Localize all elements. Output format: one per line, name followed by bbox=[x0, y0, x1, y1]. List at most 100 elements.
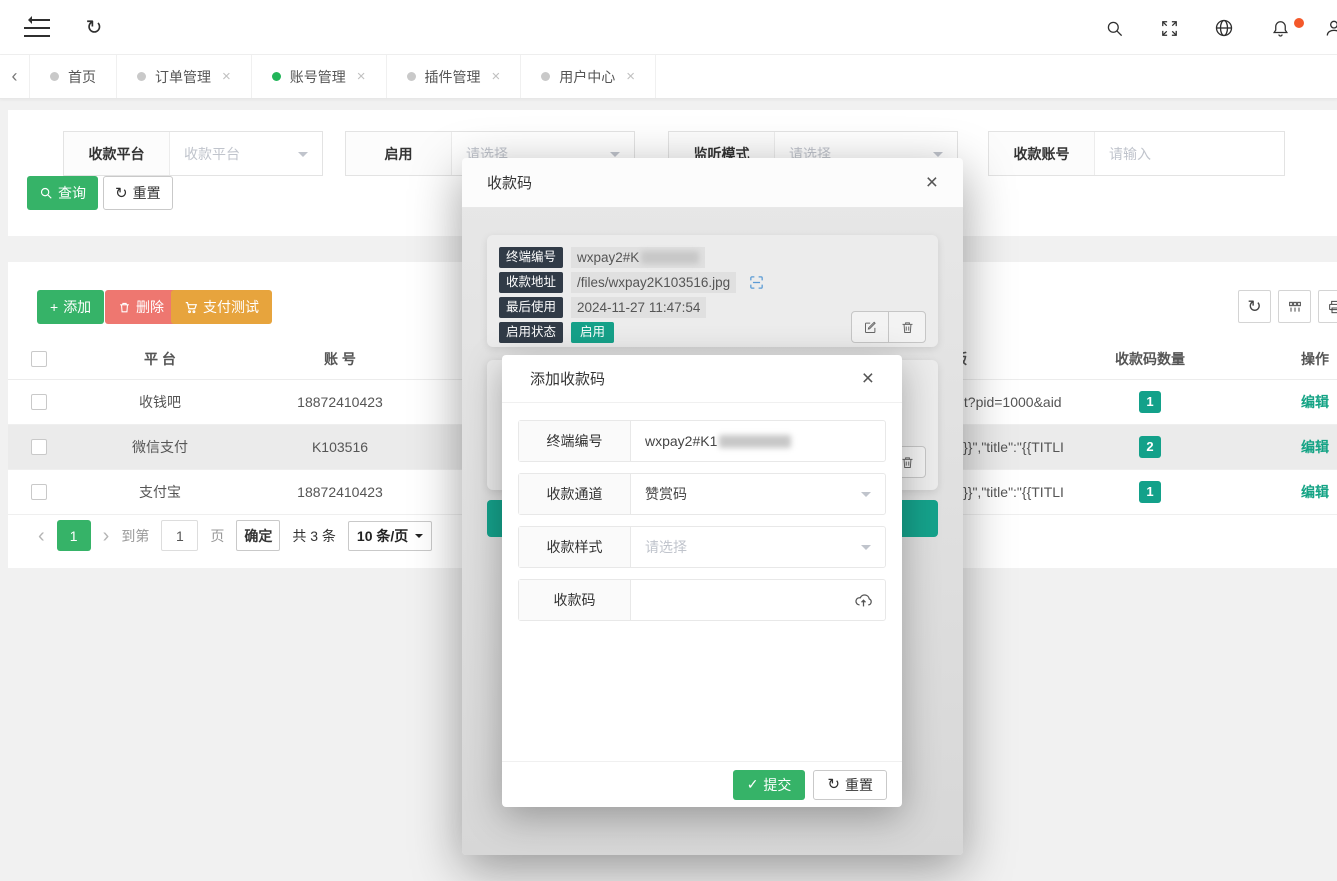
goto-page-input[interactable] bbox=[161, 520, 198, 551]
close-icon[interactable]: × bbox=[492, 68, 501, 85]
status-label: 启用状态 bbox=[499, 322, 563, 343]
trash-icon bbox=[900, 320, 915, 335]
style-field: 收款样式 请选择 bbox=[518, 526, 886, 568]
close-icon[interactable]: × bbox=[626, 68, 635, 85]
filter-account: 收款账号 bbox=[988, 131, 1285, 176]
edit-qr-button[interactable] bbox=[851, 311, 889, 343]
redacted-text bbox=[641, 251, 699, 264]
globe-icon[interactable] bbox=[1212, 16, 1236, 40]
qrcode-field: 收款码 bbox=[518, 579, 886, 621]
cell-platform: 收钱吧 bbox=[70, 392, 250, 412]
page-1-button[interactable]: 1 bbox=[57, 520, 91, 551]
cart-icon bbox=[184, 300, 198, 314]
filter-platform-label: 收款平台 bbox=[64, 132, 169, 175]
form-reset-button[interactable]: ↻ 重置 bbox=[813, 770, 887, 800]
submit-button[interactable]: ✓ 提交 bbox=[733, 770, 806, 800]
style-select[interactable]: 请选择 bbox=[631, 527, 885, 567]
qr-modal-header: 收款码 × bbox=[462, 158, 963, 208]
qrcode-field-label: 收款码 bbox=[519, 580, 631, 620]
tab-dot-active bbox=[272, 72, 281, 81]
qrcode-upload-input[interactable] bbox=[631, 580, 885, 620]
last-used-label: 最后使用 bbox=[499, 297, 563, 318]
tab-dot bbox=[50, 72, 59, 81]
row-checkbox[interactable] bbox=[31, 484, 47, 500]
cell-platform: 支付宝 bbox=[70, 482, 250, 502]
terminal-value: wxpay2#K bbox=[571, 247, 705, 268]
select-all-checkbox[interactable] bbox=[31, 351, 47, 367]
col-qr-count: 收款码数量 bbox=[1090, 349, 1210, 369]
tab-label: 账号管理 bbox=[290, 67, 346, 87]
next-page-icon[interactable]: › bbox=[103, 526, 110, 546]
row-checkbox[interactable] bbox=[31, 394, 47, 410]
reset-button[interactable]: ↻ 重置 bbox=[103, 176, 173, 210]
redacted-text bbox=[719, 435, 791, 448]
user-icon[interactable] bbox=[1322, 16, 1337, 40]
qr-count-badge: 2 bbox=[1139, 436, 1161, 458]
goto-label: 到第 bbox=[121, 526, 149, 546]
tab-label: 订单管理 bbox=[155, 67, 211, 87]
close-icon[interactable]: × bbox=[222, 68, 231, 85]
goto-confirm-button[interactable]: 确定 bbox=[236, 520, 280, 551]
close-icon[interactable]: × bbox=[926, 172, 938, 193]
account-input[interactable] bbox=[1109, 146, 1270, 162]
style-field-label: 收款样式 bbox=[519, 527, 631, 567]
tab-plugins[interactable]: 插件管理 × bbox=[387, 55, 522, 98]
tab-bar: ‹ 首页 订单管理 × 账号管理 × 插件管理 × 用户中心 × bbox=[0, 55, 1337, 99]
tab-home[interactable]: 首页 bbox=[30, 55, 117, 98]
refresh-icon: ↻ bbox=[115, 186, 128, 201]
columns-icon bbox=[1287, 299, 1303, 315]
delete-button[interactable]: 删除 bbox=[105, 290, 177, 324]
qr-modal-title: 收款码 bbox=[487, 172, 532, 193]
cell-account: 18872410423 bbox=[250, 394, 430, 410]
col-account: 账 号 bbox=[250, 349, 430, 369]
add-button[interactable]: + 添加 bbox=[37, 290, 104, 324]
filter-account-label: 收款账号 bbox=[989, 132, 1094, 175]
chevron-down-icon bbox=[298, 152, 308, 162]
close-icon[interactable]: × bbox=[862, 368, 874, 389]
chevron-down-icon bbox=[861, 492, 871, 502]
channel-select[interactable]: 赞赏码 bbox=[631, 474, 885, 514]
tabs-scroll-left-icon[interactable]: ‹ bbox=[0, 55, 30, 98]
cloud-upload-icon[interactable] bbox=[854, 591, 873, 610]
edit-icon bbox=[863, 320, 878, 335]
terminal-field-input[interactable]: wxpay2#K1 bbox=[631, 421, 885, 461]
page-size-select[interactable]: 10 条/页 bbox=[348, 521, 432, 551]
edit-link[interactable]: 编辑 bbox=[1301, 439, 1329, 455]
prev-page-icon[interactable]: ‹ bbox=[38, 526, 45, 546]
fullscreen-icon[interactable] bbox=[1157, 16, 1181, 40]
columns-filter-button[interactable] bbox=[1278, 290, 1311, 323]
tab-orders[interactable]: 订单管理 × bbox=[117, 55, 252, 98]
refresh-icon[interactable]: ↻ bbox=[82, 16, 106, 40]
delete-qr-button[interactable] bbox=[888, 311, 926, 343]
row-checkbox[interactable] bbox=[31, 439, 47, 455]
tab-dot bbox=[137, 72, 146, 81]
last-used-value: 2024-11-27 11:47:54 bbox=[571, 297, 706, 318]
tab-user-center[interactable]: 用户中心 × bbox=[521, 55, 656, 98]
pay-test-button[interactable]: 支付测试 bbox=[171, 290, 272, 324]
terminal-field: 终端编号 wxpay2#K1 bbox=[518, 420, 886, 462]
print-button[interactable] bbox=[1318, 290, 1337, 323]
tab-dot bbox=[541, 72, 550, 81]
terminal-field-label: 终端编号 bbox=[519, 421, 631, 461]
filter-platform-select[interactable]: 收款平台 bbox=[169, 132, 322, 175]
tab-accounts[interactable]: 账号管理 × bbox=[252, 55, 387, 98]
tab-dot bbox=[407, 72, 416, 81]
edit-link[interactable]: 编辑 bbox=[1301, 484, 1329, 500]
col-actions: 操作 bbox=[1210, 349, 1337, 369]
qr-preview-icon[interactable] bbox=[748, 274, 765, 291]
search-icon bbox=[39, 186, 53, 200]
search-icon[interactable] bbox=[1102, 16, 1126, 40]
top-header: ↻ bbox=[0, 0, 1337, 55]
menu-collapse-icon[interactable] bbox=[24, 18, 50, 38]
search-button[interactable]: 查询 bbox=[27, 176, 98, 210]
cell-account: 18872410423 bbox=[250, 484, 430, 500]
table-refresh-button[interactable]: ↻ bbox=[1238, 290, 1271, 323]
close-icon[interactable]: × bbox=[357, 68, 366, 85]
tab-label: 用户中心 bbox=[559, 67, 615, 87]
plus-icon: + bbox=[50, 299, 58, 315]
address-value: /files/wxpay2K103516.jpg bbox=[571, 272, 736, 293]
qr-count-badge: 1 bbox=[1139, 391, 1161, 413]
bell-icon[interactable] bbox=[1268, 16, 1292, 40]
edit-link[interactable]: 编辑 bbox=[1301, 394, 1329, 410]
terminal-label: 终端编号 bbox=[499, 247, 563, 268]
